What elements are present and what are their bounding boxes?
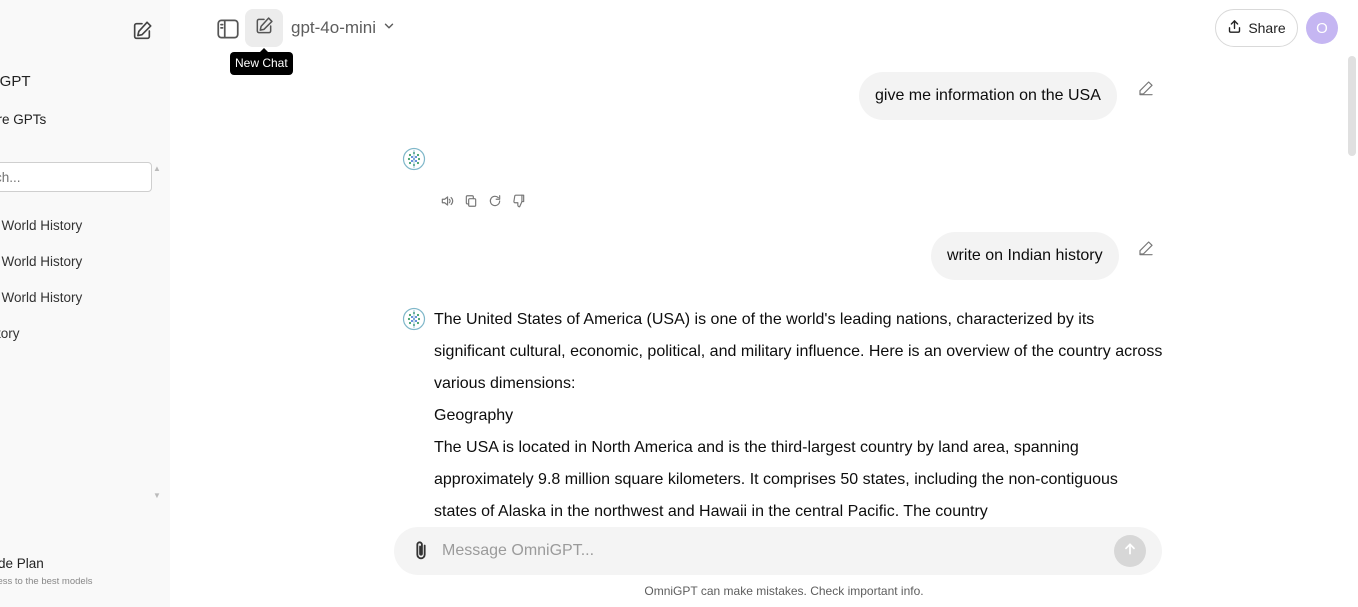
assistant-avatar-icon: [402, 147, 426, 171]
model-name: gpt-4o-mini: [291, 18, 377, 37]
new-chat-icon[interactable]: [131, 20, 153, 42]
answer-paragraph: The United States of America (USA) is on…: [434, 311, 1163, 392]
app: niGPT ore GPTs ▲ ient World History ient…: [0, 0, 1358, 607]
scroll-up-icon[interactable]: ▲: [153, 164, 161, 173]
answer-paragraph: The USA is located in North America and …: [434, 439, 1118, 520]
scroll-down-icon[interactable]: ▼: [153, 491, 161, 500]
copy-icon[interactable]: [464, 194, 478, 208]
chat-history-item[interactable]: A Story: [0, 324, 170, 360]
disclaimer: OmniGPT can make mistakes. Check importa…: [644, 584, 924, 598]
arrow-up-icon: [1122, 541, 1138, 562]
chat-scrollbar[interactable]: [1348, 56, 1356, 156]
chevron-down-icon: [382, 18, 396, 38]
chat-history-item[interactable]: ient World History: [0, 252, 170, 288]
edit-icon: [254, 16, 274, 41]
edit-message-icon[interactable]: [1138, 240, 1154, 256]
upgrade-plan-subtitle: ccess to the best models: [0, 576, 93, 587]
explore-gpts-link[interactable]: ore GPTs: [0, 112, 46, 127]
sidebar-toggle-icon[interactable]: [215, 16, 241, 42]
new-chat-tooltip: New Chat: [230, 48, 293, 75]
sidebar-brand[interactable]: niGPT: [0, 73, 31, 90]
paperclip-icon[interactable]: [410, 540, 432, 562]
assistant-avatar-icon: [402, 307, 426, 331]
assistant-message: The United States of America (USA) is on…: [434, 304, 1164, 528]
upgrade-plan-link[interactable]: rade Plan: [0, 556, 44, 571]
speaker-icon[interactable]: [440, 194, 454, 208]
message-actions: [440, 194, 526, 208]
thumbs-down-icon[interactable]: [512, 194, 526, 208]
chat-history-item[interactable]: ient World History: [0, 216, 170, 252]
sidebar-search-input[interactable]: [0, 162, 152, 192]
answer-heading: Geography: [434, 407, 514, 424]
chat-history-list: ient World History ient World History ie…: [0, 216, 170, 360]
sidebar: niGPT ore GPTs ▲ ient World History ient…: [0, 0, 170, 607]
model-selector[interactable]: gpt-4o-mini: [291, 17, 396, 39]
upload-icon: [1227, 19, 1242, 37]
send-button[interactable]: [1114, 535, 1146, 567]
message-composer: [394, 527, 1162, 575]
user-message: write on Indian history: [931, 232, 1119, 280]
regenerate-icon[interactable]: [488, 194, 502, 208]
share-button[interactable]: Share: [1215, 9, 1298, 47]
message-input[interactable]: [442, 539, 1042, 563]
avatar[interactable]: O: [1306, 12, 1338, 44]
new-chat-button[interactable]: [245, 9, 283, 47]
edit-message-icon[interactable]: [1138, 80, 1154, 96]
user-message: give me information on the USA: [859, 72, 1117, 120]
chat-history-item[interactable]: ient World History: [0, 288, 170, 324]
share-label: Share: [1248, 20, 1286, 36]
